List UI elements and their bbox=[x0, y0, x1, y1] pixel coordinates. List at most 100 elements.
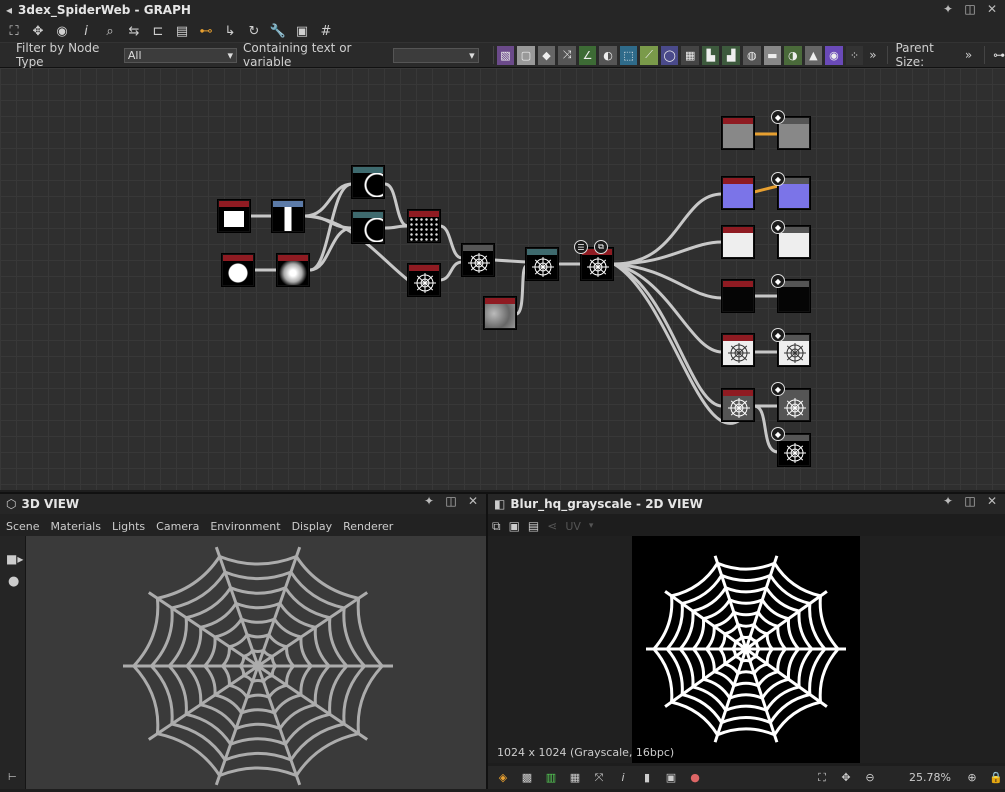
graph-node-o1a[interactable] bbox=[722, 117, 754, 149]
light-icon[interactable]: ● bbox=[8, 574, 25, 589]
lock-icon[interactable]: 🔒 bbox=[987, 770, 1005, 786]
graph-node-o4a[interactable] bbox=[722, 280, 754, 312]
output-badge-icon[interactable]: ◆ bbox=[771, 172, 785, 186]
graph-node-o5a[interactable] bbox=[722, 334, 754, 366]
checker-icon[interactable]: ▩ bbox=[518, 770, 536, 786]
layers-icon[interactable]: ◈ bbox=[494, 770, 512, 786]
pan-icon[interactable]: ✥ bbox=[28, 22, 48, 40]
graph-node-n8[interactable] bbox=[408, 264, 440, 296]
stack-icon[interactable]: ▤ bbox=[172, 22, 192, 40]
graph-node-o3a[interactable] bbox=[722, 226, 754, 258]
channels-icon[interactable]: ▥ bbox=[542, 770, 560, 786]
blend-node-icon[interactable]: ◐ bbox=[599, 45, 617, 65]
close-icon[interactable]: ✕ bbox=[985, 2, 999, 16]
normal-node-icon[interactable]: ◯ bbox=[660, 45, 679, 65]
nodes-icon[interactable]: ⇆ bbox=[124, 22, 144, 40]
search-icon[interactable]: ⌕ bbox=[100, 22, 120, 40]
output-badge-icon[interactable]: ◆ bbox=[771, 110, 785, 124]
graph-canvas[interactable]: ◆ ◆ ◆ ◆ ◆ ◆ ◆ ☰ ⧉ bbox=[0, 68, 1005, 490]
connect-icon[interactable]: ⊶ bbox=[993, 48, 1005, 62]
grid-node-icon[interactable]: ▙ bbox=[701, 45, 720, 65]
menu-scene[interactable]: Scene bbox=[6, 520, 40, 533]
graph-node-n10[interactable] bbox=[484, 297, 516, 329]
maximize-icon[interactable]: ◫ bbox=[444, 494, 458, 508]
camera-icon[interactable]: ■▸ bbox=[6, 552, 25, 566]
pattern-node-icon[interactable]: ▲ bbox=[804, 45, 823, 65]
share-icon[interactable]: ⋖ bbox=[547, 519, 557, 533]
transform-node-icon[interactable]: ⤨ bbox=[558, 45, 576, 65]
graph-node-n5[interactable] bbox=[352, 166, 384, 198]
graph-node-n9[interactable] bbox=[462, 244, 494, 276]
containing-text-select[interactable]: ▾ bbox=[393, 47, 479, 63]
parent-size-more-icon[interactable]: » bbox=[965, 48, 972, 62]
bitmap-node-icon[interactable]: ▧ bbox=[496, 45, 515, 65]
graph-node-o6a[interactable] bbox=[722, 389, 754, 421]
menu-environment[interactable]: Environment bbox=[210, 520, 280, 533]
zoom-out-icon[interactable]: ⊖ bbox=[861, 770, 879, 786]
display-icon[interactable]: ▣ bbox=[662, 770, 680, 786]
pin-icon[interactable]: ✦ bbox=[941, 494, 955, 508]
tile-node-icon[interactable]: ⬚ bbox=[619, 45, 638, 65]
fit-icon[interactable]: ⛶ bbox=[813, 770, 831, 786]
curve-node-icon[interactable]: ∠ bbox=[578, 45, 597, 65]
color-icon[interactable]: ● bbox=[686, 770, 704, 786]
menu-display[interactable]: Display bbox=[292, 520, 333, 533]
node-status-icon[interactable]: ⧉ bbox=[594, 240, 608, 254]
filter-node-type-select[interactable]: All ▾ bbox=[123, 47, 237, 63]
layout-icon[interactable]: ⊢ bbox=[8, 772, 17, 783]
uniform-node-icon[interactable]: ▢ bbox=[517, 45, 535, 65]
output-badge-icon[interactable]: ◆ bbox=[771, 382, 785, 396]
output-badge-icon[interactable]: ◆ bbox=[771, 274, 785, 288]
wrench-icon[interactable]: 🔧 bbox=[268, 22, 288, 40]
graph-node-n11[interactable] bbox=[526, 248, 558, 280]
histogram-icon[interactable]: ▮ bbox=[638, 770, 656, 786]
zoom-in-icon[interactable]: ⊕ bbox=[963, 770, 981, 786]
maximize-icon[interactable]: ◫ bbox=[963, 494, 977, 508]
pin-icon[interactable]: ✦ bbox=[422, 494, 436, 508]
compose-node-icon[interactable]: ◍ bbox=[743, 45, 761, 65]
menu-renderer[interactable]: Renderer bbox=[343, 520, 393, 533]
chevron-down-icon[interactable]: ▾ bbox=[589, 521, 594, 531]
info-icon[interactable]: i bbox=[76, 22, 96, 40]
link-icon[interactable]: ⊷ bbox=[196, 22, 216, 40]
node-status-icon[interactable]: ☰ bbox=[574, 240, 588, 254]
cycle-icon[interactable]: ↻ bbox=[244, 22, 264, 40]
dots-node-icon[interactable]: ⁘ bbox=[845, 45, 864, 65]
frame-icon[interactable]: ▣ bbox=[292, 22, 312, 40]
info-icon[interactable]: i bbox=[614, 770, 632, 786]
vector-node-icon[interactable]: ▟ bbox=[722, 45, 740, 65]
uv-label[interactable]: UV bbox=[565, 520, 581, 533]
levels-node-icon[interactable]: ◆ bbox=[537, 45, 556, 65]
histogram-node-icon[interactable]: ◉ bbox=[825, 45, 843, 65]
output-badge-icon[interactable]: ◆ bbox=[771, 427, 785, 441]
pin-icon[interactable]: ✦ bbox=[941, 2, 955, 16]
more-node-types-icon[interactable]: » bbox=[869, 48, 876, 62]
menu-materials[interactable]: Materials bbox=[51, 520, 101, 533]
graph-node-n3[interactable] bbox=[222, 254, 254, 286]
picker-icon[interactable]: ⤧ bbox=[590, 770, 608, 786]
gradient-node-icon[interactable]: ▬ bbox=[763, 45, 782, 65]
tiling-icon[interactable]: ▦ bbox=[566, 770, 584, 786]
close-icon[interactable]: ✕ bbox=[985, 494, 999, 508]
menu-camera[interactable]: Camera bbox=[156, 520, 199, 533]
graph-node-n6[interactable] bbox=[352, 211, 384, 243]
warp-node-icon[interactable]: ⟋ bbox=[640, 45, 658, 65]
close-icon[interactable]: ✕ bbox=[466, 494, 480, 508]
graph-node-n7[interactable] bbox=[408, 210, 440, 242]
blur-node-icon[interactable]: ◑ bbox=[784, 45, 802, 65]
hierarchy-icon[interactable]: ⊏ bbox=[148, 22, 168, 40]
view2d-viewport[interactable]: 1024 x 1024 (Grayscale, 16bpc) bbox=[488, 536, 1005, 763]
export-icon[interactable]: ▤ bbox=[528, 519, 539, 533]
copy-icon[interactable]: ⧉ bbox=[492, 519, 501, 534]
zoom-level[interactable]: 25.78% bbox=[891, 771, 951, 784]
view3d-viewport[interactable] bbox=[26, 536, 486, 789]
connector-icon[interactable]: ↳ bbox=[220, 22, 240, 40]
output-badge-icon[interactable]: ◆ bbox=[771, 328, 785, 342]
graph-node-n2[interactable] bbox=[272, 200, 304, 232]
pan-icon[interactable]: ✥ bbox=[837, 770, 855, 786]
ao-node-icon[interactable]: ▦ bbox=[681, 45, 699, 65]
grid-icon[interactable]: # bbox=[316, 22, 336, 40]
screenshot-icon[interactable]: ◉ bbox=[52, 22, 72, 40]
graph-node-n1[interactable] bbox=[218, 200, 250, 232]
fit-view-icon[interactable]: ⛶ bbox=[4, 22, 24, 40]
